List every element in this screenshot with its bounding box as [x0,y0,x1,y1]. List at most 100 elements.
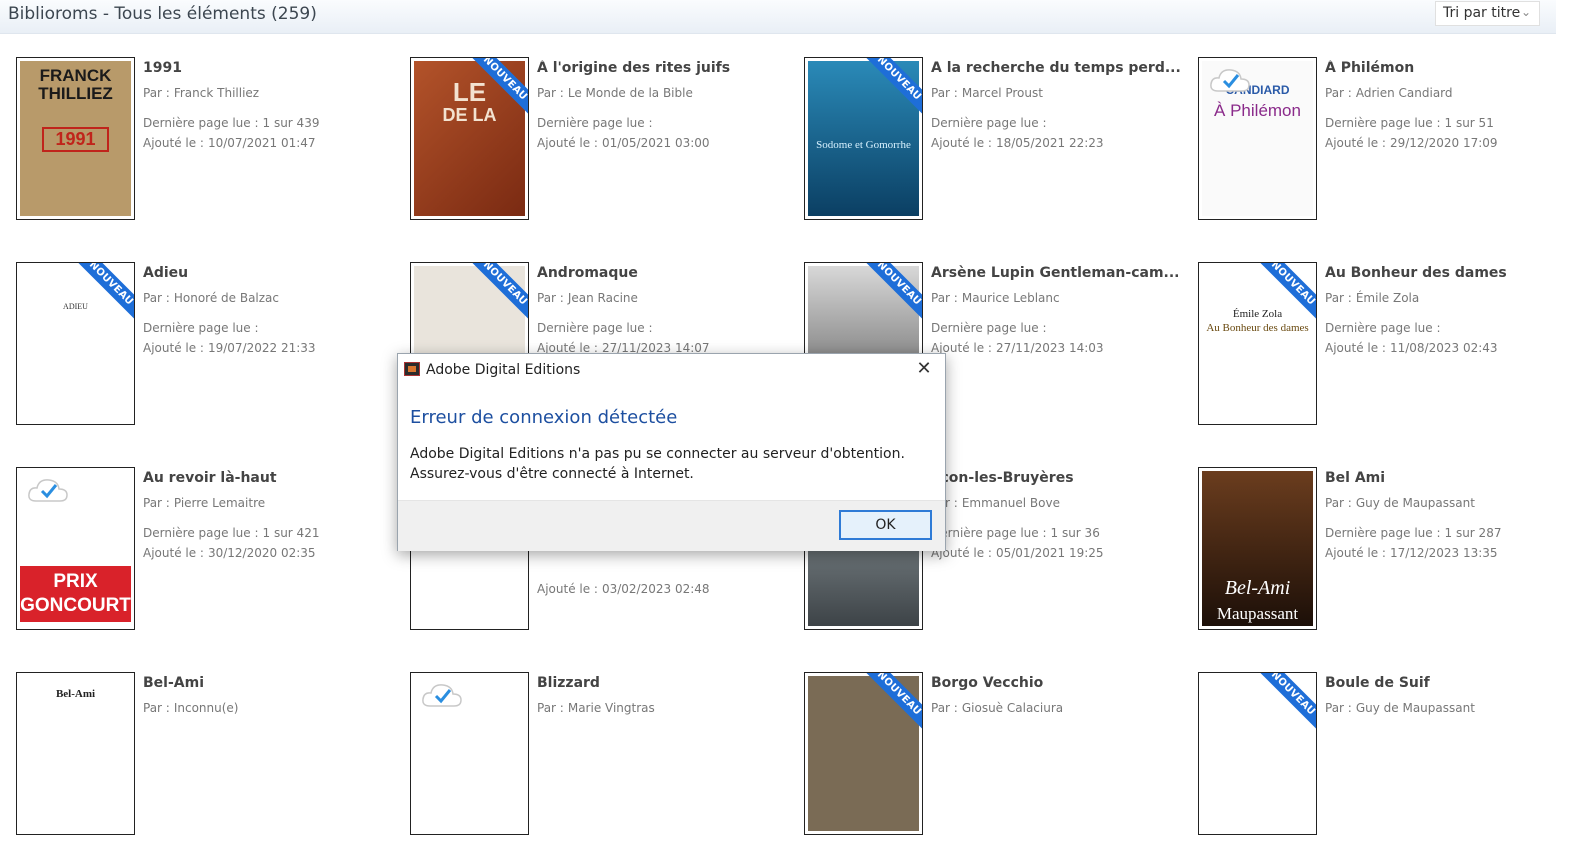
adobe-digital-editions-icon [404,362,420,376]
book-title[interactable]: Arsène Lupin Gentleman-cam... [931,265,1191,285]
book-added-date: Ajouté le :30/12/2020 02:35 [143,546,316,560]
book-last-page: Dernière page lue :1 sur 51 [1325,116,1494,130]
cover-title-text: Au Bonheur des dames [1206,322,1309,334]
book-title[interactable]: Boule de Suif [1325,675,1571,695]
book-author: Par : Maurice Leblanc [931,291,1060,305]
book-last-page: Dernière page lue :1 sur 439 [143,116,320,130]
book-title[interactable]: 1991 [143,60,403,80]
ok-button[interactable]: OK [839,510,932,540]
book-item[interactable]: ADIEU NOUVEAU Adieu Par : Honoré de Balzac De… [16,262,406,432]
book-info: À Philémon Par : Adrien Candiard Dernière p… [1325,60,1571,150]
book-item[interactable]: PRIX GONCOURT Au revoir là-haut Par : Pierr… [16,467,406,637]
book-last-page: Dernière page lue : [1325,321,1441,335]
close-icon[interactable]: ✕ [915,358,933,380]
book-added-date: Ajouté le :18/05/2021 22:23 [931,136,1104,150]
book-cover[interactable]: NOUVEAU [1198,672,1317,835]
book-author: Par : Jean Racine [537,291,638,305]
book-info: Au revoir là-haut Par : Pierre Lemaitre Der… [143,470,403,560]
book-cover[interactable]: LE DE LA NOUVEAU [410,57,529,220]
book-title[interactable]: Au revoir là-haut [143,470,403,490]
book-title[interactable]: A la recherche du temps perd... [931,60,1191,80]
book-last-page: Dernière page lue :1 sur 36 [931,526,1100,540]
dialog-message: Adobe Digital Editions n'a pas pu se con… [410,444,905,484]
chevron-down-icon: ⌄ [1520,5,1531,19]
sort-dropdown[interactable]: Tri par titre ⌄ [1435,1,1540,26]
book-added-date: Ajouté le :11/08/2023 02:43 [1325,341,1498,355]
book-info: À l'origine des rites juifs Par : Le Monde… [537,60,797,150]
book-item[interactable]: FRANCK THILLIEZ 1991 1991 Par : Franck Thill… [16,57,406,227]
book-item[interactable]: Blizzard Par : Marie Vingtras [410,672,800,842]
book-added-date: Ajouté le :29/12/2020 17:09 [1325,136,1498,150]
book-title[interactable]: Bel-Ami [143,675,403,695]
book-title[interactable]: Bel Ami [1325,470,1571,490]
book-last-page: Dernière page lue :1 sur 287 [1325,526,1502,540]
book-cover[interactable]: À Philémon CANDIARD [1198,57,1317,220]
book-info: 1991 Par : Franck Thilliez Dernière page lu… [143,60,403,150]
library-title: Biblioroms - Tous les éléments (259) [8,4,317,24]
book-author: Par : Pierre Lemaitre [143,496,266,510]
book-cover[interactable]: Sodome et Gomorrhe NOUVEAU [804,57,923,220]
book-title[interactable]: Blizzard [537,675,797,695]
cover-title-text: À Philémon [1214,101,1301,120]
cover-subtitle-text: Émile Zola [1232,308,1283,320]
book-cover[interactable]: Au Bonheur des dames Émile Zola NOUVEAU [1198,262,1317,425]
book-author: Par : Adrien Candiard [1325,86,1453,100]
book-title[interactable]: À Philémon [1325,60,1571,80]
book-last-page: Dernière page lue : [537,116,653,130]
book-author: Par : Franck Thilliez [143,86,260,100]
book-author: Par : Marie Vingtras [537,701,655,715]
book-item[interactable]: NOUVEAU Borgo Vecchio Par : Giosuè Calaciur… [804,672,1194,842]
book-item[interactable]: Au Bonheur des dames Émile Zola NOUVEAU Au … [1198,262,1571,432]
book-title[interactable]: Borgo Vecchio [931,675,1191,695]
book-author: Par : Émile Zola [1325,291,1420,305]
book-title[interactable]: Andromaque [537,265,797,285]
book-item[interactable]: Sodome et Gomorrhe NOUVEAU A la recherche … [804,57,1194,227]
cover-title-text: ADIEU [63,302,88,311]
book-author: Par :Emmanuel Bove [931,496,1060,510]
book-added-date: Ajouté le :27/11/2023 14:03 [931,341,1104,355]
book-info: Au Bonheur des dames Par : Émile Zola Derni… [1325,265,1571,355]
book-title[interactable]: écon-les-Bruyères [931,470,1191,490]
book-author: Par : Inconnu(e) [143,701,239,715]
book-info: Arsène Lupin Gentleman-cam... Par : Mauric… [931,265,1191,355]
book-author: Par : Honoré de Balzac [143,291,280,305]
book-last-page: Dernière page lue : [537,321,653,335]
book-cover[interactable] [410,672,529,835]
book-item[interactable]: À Philémon CANDIARD À Philémon Par : Adrien … [1198,57,1571,227]
book-info: écon-les-Bruyères Par :Emmanuel Bove Derni… [931,470,1191,560]
book-title[interactable]: À l'origine des rites juifs [537,60,797,80]
book-cover[interactable]: Bel-Ami Maupassant [1198,467,1317,630]
book-cover[interactable]: NOUVEAU [804,672,923,835]
book-added-date: Ajouté le :01/05/2021 03:00 [537,136,710,150]
book-last-page: Dernière page lue : [931,321,1047,335]
scrollbar-top[interactable] [1556,0,1571,34]
book-added-date: Ajouté le :03/02/2023 02:48 [537,582,710,596]
library-header: Biblioroms - Tous les éléments (259) Tri… [0,0,1571,34]
book-info: Andromaque Par : Jean Racine Dernière page … [537,265,797,355]
book-title[interactable]: Adieu [143,265,403,285]
book-title[interactable]: Au Bonheur des dames [1325,265,1571,285]
book-item[interactable]: NOUVEAU Boule de Suif Par : Guy de Maupassa… [1198,672,1571,842]
book-cover[interactable]: ADIEU NOUVEAU [16,262,135,425]
book-info: Bel Ami Par : Guy de Maupassant Dernière pa… [1325,470,1571,560]
book-item[interactable]: Bel-Ami Bel-Ami Par : Inconnu(e) [16,672,406,842]
dialog-footer: OK [398,500,945,551]
dialog-message-line-1: Adobe Digital Editions n'a pas pu se con… [410,446,905,462]
book-last-page: Dernière page lue :1 sur 421 [143,526,320,540]
cover-title-text: Bel-Ami [55,688,96,700]
cover-subtitle-text: 1991 [42,127,109,152]
book-author: Par : Guy de Maupassant [1325,701,1475,715]
cover-subtitle-text: DE LA [442,105,497,125]
sort-label: Tri par titre [1443,5,1521,21]
book-cover-image: FRANCK THILLIEZ 1991 [20,61,131,216]
cloud-sync-icon [420,680,464,710]
book-item[interactable]: LE DE LA NOUVEAU À l'origine des rites juif… [410,57,800,227]
book-author: Par : Giosuè Calaciura [931,701,1064,715]
book-last-page: Dernière page lue : [931,116,1047,130]
book-item[interactable]: Bel-Ami Maupassant Bel Ami Par : Guy de Maup… [1198,467,1571,637]
book-cover[interactable]: Bel-Ami [16,672,135,835]
book-cover[interactable]: FRANCK THILLIEZ 1991 [16,57,135,220]
book-cover[interactable]: PRIX GONCOURT [16,467,135,630]
book-added-date: Ajouté le :10/07/2021 01:47 [143,136,316,150]
error-dialog: Adobe Digital Editions ✕ Erreur de conne… [397,353,946,551]
